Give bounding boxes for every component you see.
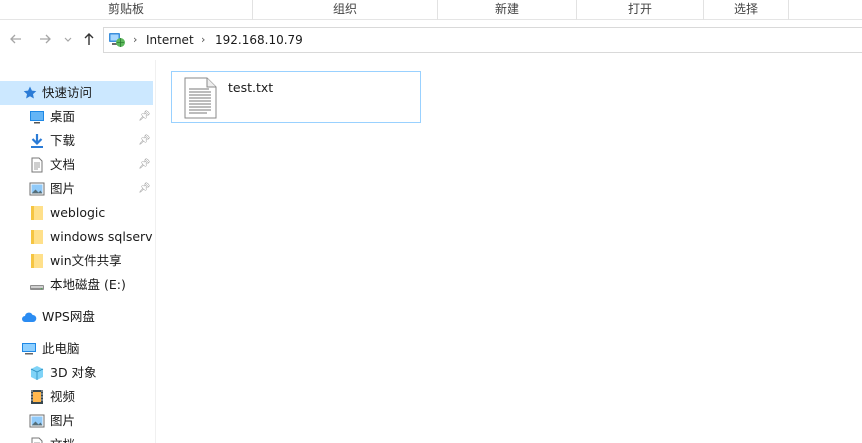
sidebar-item-label: 桌面 [50,109,76,124]
ribbon-group-organize[interactable]: 组织 [253,0,438,20]
arrow-right-icon [40,34,51,44]
folder-icon [31,206,43,220]
star-icon [23,86,37,99]
breadcrumb-internet[interactable]: Internet [146,31,194,49]
sidebar-item-label: weblogic [50,205,106,220]
ribbon-group-label: 新建 [494,2,519,16]
forward-button[interactable] [37,32,53,48]
pin-icon[interactable]: 📌︎ [138,129,151,153]
cloud-icon [22,312,37,322]
sidebar-item-label: 本地磁盘 (E:) [50,277,126,292]
sidebar-item-label: 3D 对象 [50,365,97,380]
network-globe-icon [109,33,125,47]
file-name: test.txt [228,80,274,95]
sidebar-item-this-pc[interactable]: 此电脑 [0,337,153,361]
address-bar[interactable]: › Internet › 192.168.10.79 [103,27,862,53]
breadcrumb-separator-icon: › [201,33,206,46]
navigation-bar: › Internet › 192.168.10.79 [0,20,862,60]
ribbon-group-new[interactable]: 新建 [438,0,577,20]
ribbon-group-clipboard[interactable]: 剪贴板 [0,0,253,20]
sidebar-item-label: 视频 [50,389,76,404]
pin-icon[interactable]: 📌︎ [138,177,151,201]
sidebar-item-desktop[interactable]: 桌面 📌︎ [0,105,153,129]
sidebar-item-pictures[interactable]: 图片 📌︎ [0,177,153,201]
desktop-icon [30,111,44,124]
sidebar-item-weblogic[interactable]: weblogic [0,201,153,225]
sidebar-item-videos[interactable]: 视频 [0,385,153,409]
back-button[interactable] [8,32,24,48]
sidebar-item-label: 文档 [50,433,75,443]
arrow-up-icon [84,33,94,45]
sidebar-item-local-disk-e[interactable]: 本地磁盘 (E:) [0,273,153,297]
download-icon [31,134,43,148]
document-icon [31,157,43,173]
text-file-icon [184,77,217,119]
video-icon [31,390,43,404]
navigation-pane[interactable]: 快速访问 桌面 📌︎ 下载 📌︎ 文档 📌︎ 图片 📌︎ weblogic wi… [0,60,156,443]
sidebar-item-label: WPS网盘 [42,309,95,324]
sidebar-item-win-file-share[interactable]: win文件共享 [0,249,153,273]
picture-icon [29,414,45,428]
sidebar-item-wps-cloud[interactable]: WPS网盘 [0,305,153,329]
sidebar-item-downloads[interactable]: 下载 📌︎ [0,129,153,153]
ribbon-group-select[interactable]: 选择 [704,0,789,20]
ribbon: 剪贴板 组织 新建 打开 选择 [0,0,862,20]
sidebar-item-documents-pc[interactable]: 文档 [0,433,153,443]
computer-icon [22,343,36,355]
breadcrumb-host[interactable]: 192.168.10.79 [215,31,303,49]
chevron-down-icon [64,37,72,42]
up-button[interactable] [81,32,97,48]
file-item-test-txt[interactable]: test.txt [171,71,421,123]
sidebar-item-documents[interactable]: 文档 📌︎ [0,153,153,177]
ribbon-group-open[interactable]: 打开 [577,0,704,20]
ribbon-group-label: 组织 [332,2,357,16]
file-list-area[interactable]: test.txt [157,60,862,443]
sidebar-item-label: 此电脑 [42,341,80,356]
sidebar-item-label: 下载 [50,133,76,148]
sidebar-item-windows-sqlserver[interactable]: windows sqlserve [0,225,153,249]
drive-icon [30,285,44,290]
ribbon-group-label: 选择 [733,2,758,16]
sidebar-item-label: win文件共享 [50,253,122,268]
picture-icon [29,182,45,196]
pin-icon[interactable]: 📌︎ [138,105,151,129]
folder-icon [31,230,43,244]
arrow-left-icon [10,34,21,44]
document-icon [31,437,43,443]
recent-locations-button[interactable] [62,32,74,48]
ribbon-group-label: 剪贴板 [107,2,144,16]
cube-icon [30,366,44,380]
sidebar-item-pictures-pc[interactable]: 图片 [0,409,153,433]
sidebar-item-quick-access[interactable]: 快速访问 [0,81,153,105]
breadcrumb-separator-icon: › [133,33,138,46]
sidebar-item-label: 快速访问 [42,85,93,100]
folder-icon [31,254,43,268]
ribbon-group-label: 打开 [627,2,652,16]
sidebar-item-label: windows sqlserve [50,229,153,244]
sidebar-item-label: 图片 [50,181,76,196]
sidebar-item-label: 图片 [50,413,76,428]
sidebar-item-3d-objects[interactable]: 3D 对象 [0,361,153,385]
pin-icon[interactable]: 📌︎ [138,153,151,177]
sidebar-item-label: 文档 [50,157,76,172]
